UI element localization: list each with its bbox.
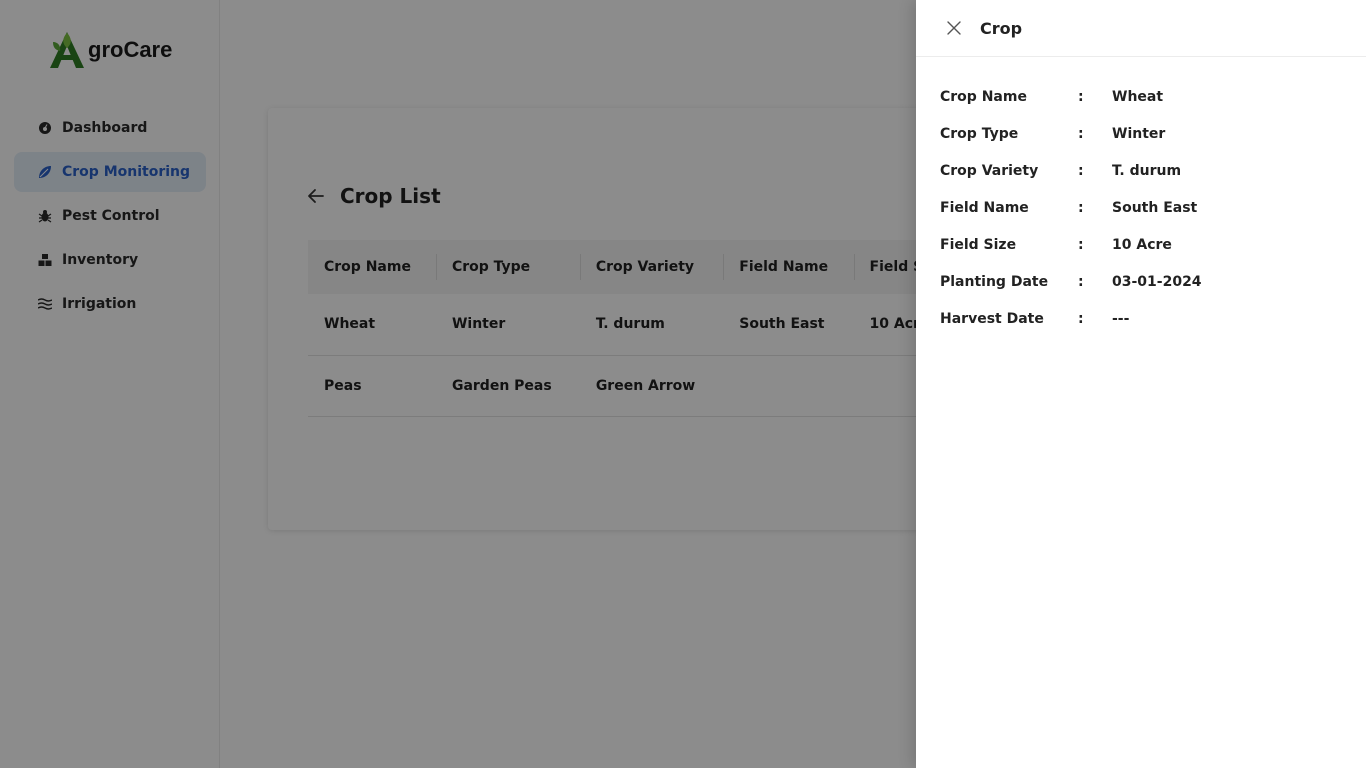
detail-value: 03-01-2024 xyxy=(1112,273,1202,290)
detail-label: Crop Variety xyxy=(940,162,1039,179)
detail-row-field-size: Field Size : 10 Acre xyxy=(940,226,1202,263)
detail-row-field-name: Field Name : South East xyxy=(940,189,1202,226)
detail-row-crop-variety: Crop Variety : T. durum xyxy=(940,152,1202,189)
detail-label: Field Size xyxy=(940,236,1017,253)
detail-separator: : xyxy=(1078,125,1084,142)
detail-separator: : xyxy=(1078,88,1084,105)
detail-value: 10 Acre xyxy=(1112,236,1172,253)
detail-separator: : xyxy=(1078,236,1084,253)
detail-row-harvest-date: Harvest Date : --- xyxy=(940,300,1202,337)
detail-separator: : xyxy=(1078,162,1084,179)
detail-separator: : xyxy=(1078,310,1084,327)
detail-row-crop-type: Crop Type : Winter xyxy=(940,115,1202,152)
detail-label: Crop Type xyxy=(940,125,1019,142)
detail-value: --- xyxy=(1112,310,1130,327)
detail-value: Winter xyxy=(1112,125,1166,142)
drawer-title: Crop xyxy=(980,18,1023,38)
detail-value: Wheat xyxy=(1112,88,1164,105)
detail-label: Crop Name xyxy=(940,88,1027,105)
detail-value: T. durum xyxy=(1112,162,1182,179)
drawer-header: Crop xyxy=(916,0,1366,57)
close-icon[interactable] xyxy=(944,18,964,38)
detail-label: Harvest Date xyxy=(940,310,1044,327)
detail-label: Field Name xyxy=(940,199,1029,216)
detail-separator: : xyxy=(1078,273,1084,290)
detail-value: South East xyxy=(1112,199,1198,216)
crop-detail-drawer: Crop Crop Name : Wheat Crop Type : Winte… xyxy=(916,0,1366,768)
crop-details: Crop Name : Wheat Crop Type : Winter Cro… xyxy=(940,78,1202,337)
detail-row-planting-date: Planting Date : 03-01-2024 xyxy=(940,263,1202,300)
detail-label: Planting Date xyxy=(940,273,1049,290)
detail-row-crop-name: Crop Name : Wheat xyxy=(940,78,1202,115)
detail-separator: : xyxy=(1078,199,1084,216)
